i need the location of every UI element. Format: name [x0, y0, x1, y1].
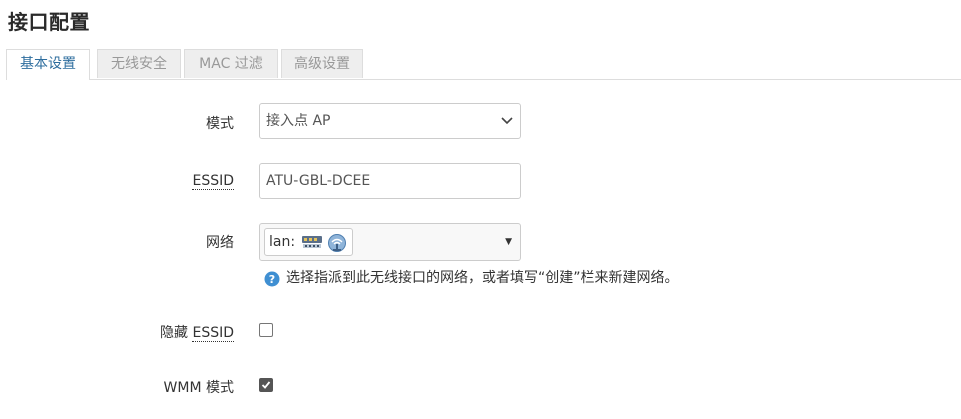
tab-advanced-settings[interactable]: 高级设置: [281, 49, 363, 78]
essid-input[interactable]: [259, 163, 521, 199]
network-select[interactable]: lan: ▼: [259, 223, 521, 261]
mode-select-value: 接入点 AP: [266, 113, 331, 129]
help-icon: ?: [264, 271, 280, 287]
network-label: 网络: [206, 235, 234, 251]
hidden-essid-checkbox[interactable]: [259, 323, 273, 337]
chevron-down-icon: [501, 117, 513, 125]
page-title: 接口配置: [8, 10, 90, 34]
checkmark-icon: [261, 381, 271, 389]
network-help-text: 选择指派到此无线接口的网络，或者填写“创建”栏来新建网络。: [286, 270, 679, 286]
tab-bar: 基本设置 无线安全 MAC 过滤 高级设置: [6, 49, 961, 80]
network-chip-lan[interactable]: lan:: [264, 228, 353, 256]
mode-select[interactable]: 接入点 AP: [259, 103, 521, 139]
network-switch-icon: [302, 236, 322, 248]
wmm-label: WMM 模式: [163, 380, 234, 396]
tab-mac-filter[interactable]: MAC 过滤: [184, 49, 278, 78]
svg-text:?: ?: [269, 273, 275, 286]
dropdown-caret-icon: ▼: [505, 237, 512, 247]
wmm-checkbox[interactable]: [259, 378, 273, 392]
network-chip-label: lan:: [269, 234, 296, 250]
tab-wireless-security[interactable]: 无线安全: [97, 49, 181, 78]
mode-label: 模式: [206, 116, 234, 132]
hidden-essid-label-abbr: ESSID: [192, 325, 234, 342]
essid-label-text: ESSID: [192, 173, 234, 190]
hidden-essid-label-prefix: 隐藏: [160, 325, 193, 341]
essid-label: ESSID: [192, 173, 234, 190]
wireless-icon: [328, 234, 346, 252]
hidden-essid-label: 隐藏 ESSID: [160, 322, 234, 342]
tab-basic-settings[interactable]: 基本设置: [6, 49, 90, 80]
